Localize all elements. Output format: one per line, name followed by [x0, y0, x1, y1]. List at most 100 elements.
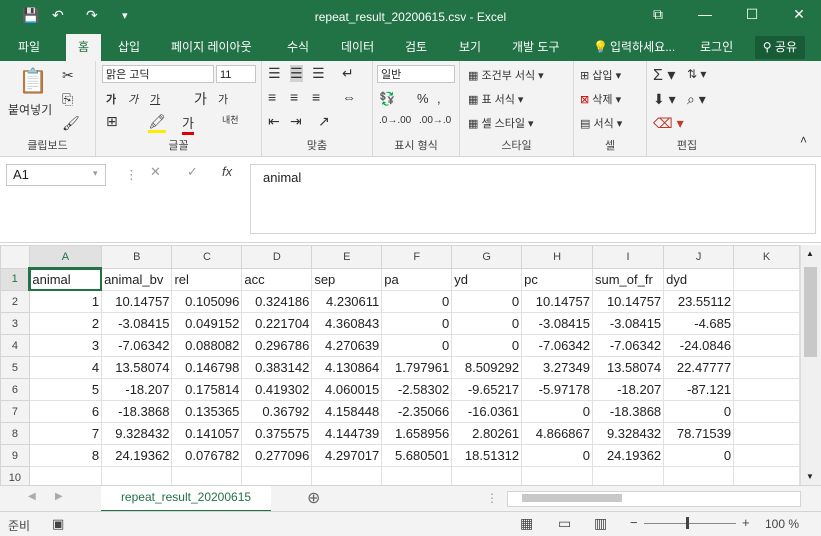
cell[interactable]: sep: [311, 267, 383, 291]
horizontal-scrollbar[interactable]: [507, 491, 801, 507]
column-header[interactable]: C: [171, 245, 243, 269]
tell-me-search[interactable]: 입력하세요...: [610, 34, 675, 61]
macro-record-icon[interactable]: ▣: [52, 516, 64, 532]
cell[interactable]: [311, 466, 383, 485]
select-all-corner[interactable]: [0, 245, 30, 269]
column-header[interactable]: E: [311, 245, 383, 269]
cell[interactable]: 0.105096: [171, 290, 243, 313]
insert-cells-button[interactable]: ⊞ 삽입 ▾: [580, 67, 621, 83]
cut-icon[interactable]: ✂: [62, 67, 74, 84]
cell[interactable]: 4.060015: [311, 378, 383, 401]
cell[interactable]: -16.0361: [451, 400, 523, 423]
cell[interactable]: 0.076782: [171, 444, 243, 467]
cell[interactable]: [733, 334, 800, 357]
cell[interactable]: pc: [521, 267, 593, 291]
column-header[interactable]: J: [663, 245, 735, 269]
enter-formula-icon[interactable]: ✓: [187, 164, 198, 180]
zoom-out-button[interactable]: −: [630, 515, 638, 530]
cell[interactable]: [733, 378, 800, 401]
cell[interactable]: -7.06342: [521, 334, 593, 357]
cell[interactable]: 0.375575: [241, 422, 313, 445]
cell[interactable]: -3.08415: [521, 312, 593, 335]
cell[interactable]: [733, 267, 800, 291]
cell[interactable]: 1: [28, 290, 103, 313]
row-header[interactable]: 2: [0, 290, 30, 313]
cell[interactable]: -9.65217: [451, 378, 523, 401]
cell[interactable]: [733, 444, 800, 467]
cell[interactable]: -2.35066: [381, 400, 453, 423]
underline-button[interactable]: 가: [150, 91, 160, 107]
cell[interactable]: [171, 466, 243, 485]
cell[interactable]: 22.47777: [663, 356, 735, 379]
cell[interactable]: [451, 466, 523, 485]
cell[interactable]: [101, 466, 173, 485]
row-header[interactable]: 5: [0, 356, 30, 379]
cell[interactable]: sum_of_fr: [591, 267, 665, 291]
cell[interactable]: animal: [28, 267, 103, 291]
cell[interactable]: 0.135365: [171, 400, 243, 423]
orientation-icon[interactable]: ↗: [318, 113, 330, 130]
name-box-dropdown-icon[interactable]: ▾: [93, 168, 98, 179]
cell[interactable]: 18.51312: [451, 444, 523, 467]
column-header[interactable]: D: [241, 245, 313, 269]
cell[interactable]: 0: [381, 312, 453, 335]
wrap-text-icon[interactable]: ↵: [342, 65, 354, 82]
cell[interactable]: 0.175814: [171, 378, 243, 401]
cell[interactable]: -18.3868: [101, 400, 173, 423]
clear-icon[interactable]: ⌫ ▾: [653, 115, 684, 132]
merge-center-icon[interactable]: ⇔: [342, 89, 356, 105]
cell[interactable]: [591, 466, 665, 485]
lightbulb-icon[interactable]: 💡: [593, 34, 608, 61]
row-header[interactable]: 8: [0, 422, 30, 445]
paste-icon[interactable]: 📋: [18, 67, 48, 96]
cell[interactable]: 5: [28, 378, 103, 401]
align-top-icon[interactable]: ☰: [268, 65, 281, 82]
sign-in-link[interactable]: 로그인: [700, 34, 733, 61]
page-break-view-icon[interactable]: ▥: [594, 515, 607, 532]
cell[interactable]: 0: [521, 400, 593, 423]
cell[interactable]: 4.230611: [311, 290, 383, 313]
font-size-select[interactable]: 11: [216, 65, 256, 83]
cancel-formula-icon[interactable]: ✕: [150, 164, 161, 180]
cell[interactable]: -3.08415: [591, 312, 665, 335]
cell[interactable]: -7.06342: [101, 334, 173, 357]
grow-font-button[interactable]: 가: [194, 89, 207, 109]
cell[interactable]: 4.130864: [311, 356, 383, 379]
cell[interactable]: -4.685: [663, 312, 735, 335]
tab-view[interactable]: 보기: [459, 34, 481, 61]
close-icon[interactable]: ✕: [789, 6, 809, 23]
cell[interactable]: 0.383142: [241, 356, 313, 379]
cell[interactable]: 0: [451, 290, 523, 313]
cell[interactable]: -18.207: [101, 378, 173, 401]
format-cells-button[interactable]: ▤ 서식 ▾: [580, 115, 622, 131]
cell[interactable]: 23.55112: [663, 290, 735, 313]
tab-data[interactable]: 데이터: [341, 34, 374, 61]
cell[interactable]: 10.14757: [101, 290, 173, 313]
cell[interactable]: 0: [663, 444, 735, 467]
cell[interactable]: 0.296786: [241, 334, 313, 357]
cell[interactable]: 78.71539: [663, 422, 735, 445]
cell[interactable]: 3: [28, 334, 103, 357]
font-color-button[interactable]: 가: [182, 113, 194, 135]
cell[interactable]: 8: [28, 444, 103, 467]
copy-icon[interactable]: ⎘: [62, 91, 73, 108]
tab-split-icon[interactable]: ⋮: [486, 491, 498, 505]
number-format-select[interactable]: 일반: [377, 65, 455, 83]
cell[interactable]: 8.509292: [451, 356, 523, 379]
zoom-slider[interactable]: [644, 523, 736, 524]
row-header[interactable]: 3: [0, 312, 30, 335]
cell[interactable]: -2.58302: [381, 378, 453, 401]
tab-review[interactable]: 검토: [405, 34, 427, 61]
cell[interactable]: 1.658956: [381, 422, 453, 445]
column-header[interactable]: G: [451, 245, 523, 269]
zoom-in-button[interactable]: +: [742, 515, 750, 530]
tab-insert[interactable]: 삽입: [118, 34, 140, 61]
cell[interactable]: 0.221704: [241, 312, 313, 335]
column-header[interactable]: H: [521, 245, 593, 269]
cell[interactable]: 10.14757: [591, 290, 665, 313]
cell[interactable]: 4.158448: [311, 400, 383, 423]
add-sheet-icon[interactable]: ⊕: [307, 488, 320, 508]
shrink-font-button[interactable]: 가: [218, 91, 228, 107]
scroll-down-icon[interactable]: ▼: [806, 472, 814, 481]
horizontal-scroll-thumb[interactable]: [522, 494, 622, 502]
